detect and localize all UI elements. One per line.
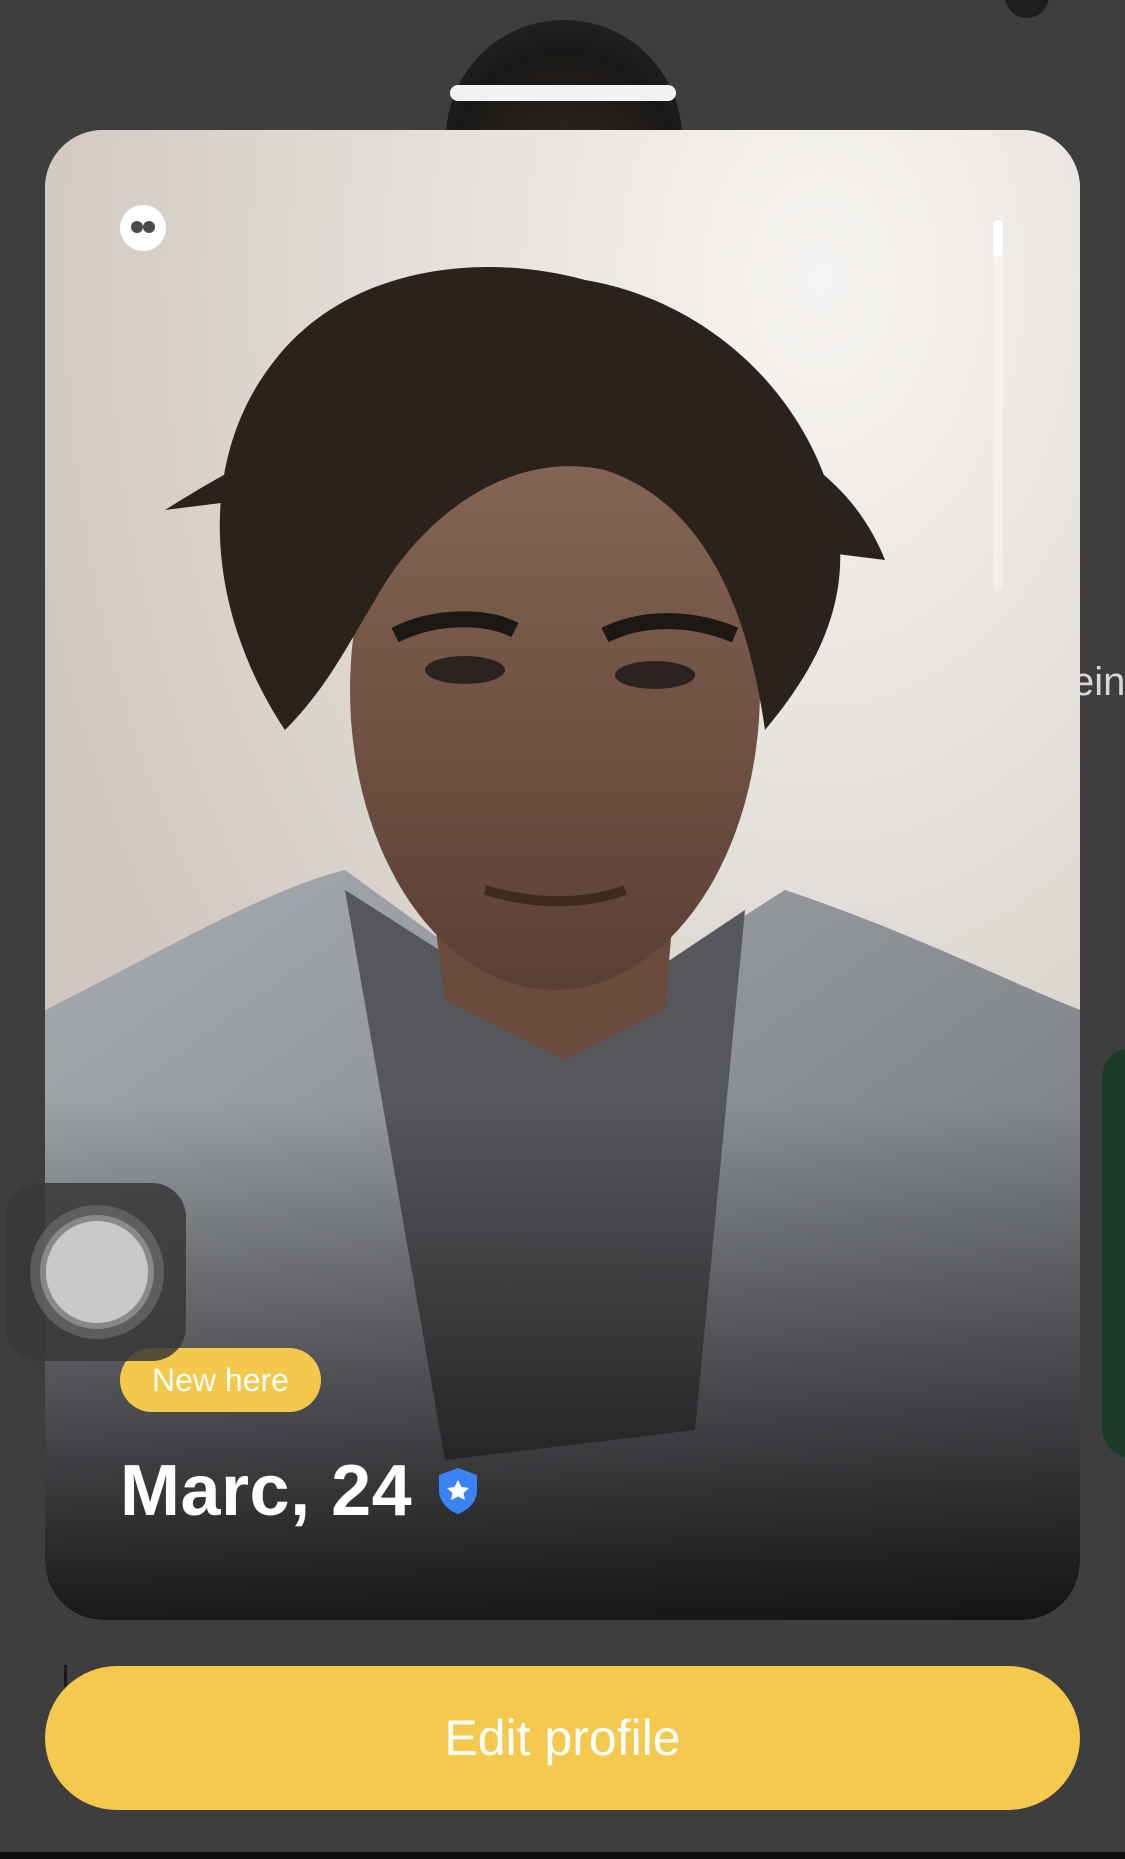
edit-profile-button[interactable]: Edit profile — [45, 1666, 1080, 1810]
quote-glyph — [131, 221, 155, 233]
background-green-card — [1102, 1048, 1125, 1458]
photo-progress-track — [993, 220, 1003, 590]
background-text-fragment — [64, 1665, 67, 1687]
assistive-touch-dot — [46, 1221, 148, 1323]
bottom-edge — [0, 1852, 1125, 1859]
settings-icon — [1005, 0, 1049, 18]
assistive-touch-ring — [30, 1205, 164, 1339]
sheet-grabber[interactable] — [450, 85, 676, 101]
assistive-touch-button[interactable] — [6, 1183, 186, 1361]
name-row: Marc, 24 — [120, 1450, 480, 1532]
profile-card[interactable]: New here Marc, 24 — [45, 130, 1080, 1620]
profile-name-age: Marc, 24 — [120, 1451, 413, 1531]
quote-icon[interactable] — [120, 205, 166, 251]
profile-preview-screen: ein New here Marc, 24 Edit profile — [0, 0, 1125, 1859]
photo-progress-fill — [993, 220, 1003, 257]
verified-shield-icon — [439, 1468, 478, 1514]
